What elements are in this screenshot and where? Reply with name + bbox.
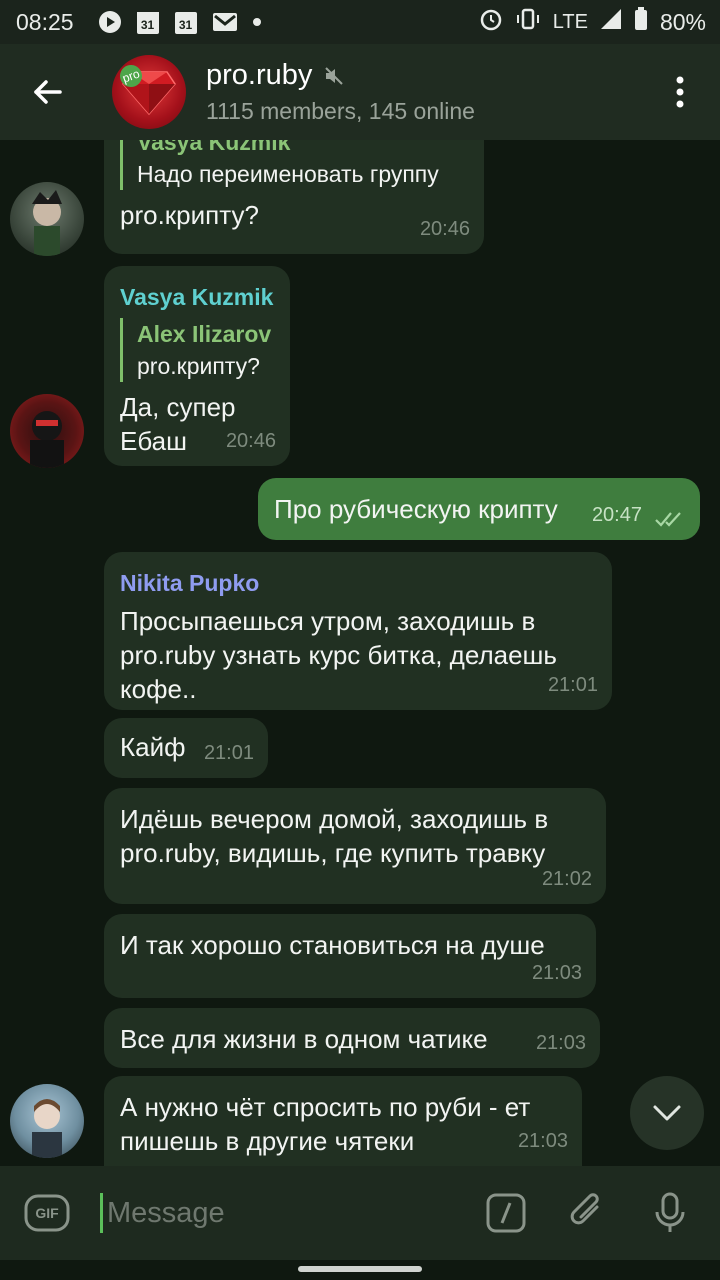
text-cursor <box>100 1193 103 1233</box>
message-text: И так хорошо становиться на душе <box>120 930 545 960</box>
reply-text: Надо переименовать группу <box>137 161 439 187</box>
message-bubble[interactable]: Nikita Pupko Просыпаешься утром, заходиш… <box>104 552 612 710</box>
message-bubble[interactable]: И так хорошо становиться на душе 21:03 <box>104 914 596 998</box>
message-time: 21:02 <box>541 868 592 890</box>
message-input[interactable]: Message <box>100 1193 454 1233</box>
message-bubble[interactable]: А нужно чёт спросить по руби - ет пишешь… <box>104 1076 582 1166</box>
reply-author: Vasya Kuzmik <box>137 140 291 155</box>
message-bubble[interactable]: Vasya Kuzmik Надо переименовать группу p… <box>104 140 484 254</box>
slash-command-icon <box>486 1193 526 1233</box>
gesture-handle[interactable] <box>298 1266 422 1272</box>
message-text: Идёшь вечером домой, заходишь в pro.ruby… <box>120 804 549 868</box>
message-bubble[interactable]: Все для жизни в одном чатике 21:03 <box>104 1008 600 1068</box>
user-avatar-image <box>32 1099 62 1158</box>
chat-subtitle: 1115 members, 145 online <box>206 98 475 124</box>
user-avatar-image <box>32 190 62 256</box>
battery-icon <box>634 7 648 37</box>
chat-info[interactable]: pro.ruby 1115 members, 145 online <box>206 59 475 125</box>
sender-name: Vasya Kuzmik <box>120 284 274 310</box>
battery-percent: 80% <box>659 8 706 35</box>
user-avatar-image <box>30 411 64 468</box>
notification-dot-icon <box>252 17 262 27</box>
user-avatar[interactable] <box>10 394 84 468</box>
reply-author: Alex Ilizarov <box>137 321 272 347</box>
calendar-day: 31 <box>140 18 155 32</box>
outgoing-message-bubble[interactable]: Про рубическую крипту 20:47 <box>258 478 700 540</box>
message-bubble[interactable]: Vasya Kuzmik Alex Ilizarov pro.крипту? Д… <box>104 266 290 466</box>
more-vertical-icon <box>676 76 684 108</box>
back-button[interactable] <box>0 44 96 140</box>
attach-button[interactable] <box>558 1183 618 1243</box>
chevron-down-icon <box>653 1105 681 1121</box>
voice-message-button[interactable] <box>640 1183 700 1243</box>
message-time: 21:03 <box>517 1130 568 1152</box>
chat-title-row: pro.ruby <box>206 59 475 92</box>
signal-icon <box>600 8 622 36</box>
message-placeholder: Message <box>107 1196 225 1229</box>
user-avatar[interactable] <box>10 182 84 256</box>
message-text: А нужно чёт спросить по руби - ет пишешь… <box>120 1092 531 1156</box>
message-bubble[interactable]: Кайф 21:01 <box>104 718 268 778</box>
message-time: 20:46 <box>225 430 276 452</box>
gif-label: GIF <box>35 1205 59 1221</box>
microphone-icon <box>655 1192 685 1232</box>
message-time: 20:47 <box>592 498 642 532</box>
muted-icon <box>325 66 344 85</box>
play-icon <box>98 10 122 34</box>
reply-preview[interactable]: Alex Ilizarov pro.крипту? <box>120 318 274 382</box>
message-text: Просыпаешься утром, заходишь в pro.ruby … <box>120 606 557 704</box>
calendar-icon: 31 <box>136 9 160 35</box>
message-time: 21:03 <box>531 962 582 984</box>
message-time-text: 20:47 <box>591 504 642 526</box>
group-avatar[interactable]: pro <box>112 55 186 129</box>
message-text: Все для жизни в одном чатике <box>120 1024 488 1054</box>
alarm-icon <box>479 7 503 37</box>
double-check-icon <box>655 512 681 527</box>
reply-preview[interactable]: Vasya Kuzmik Надо переименовать группу <box>120 140 468 190</box>
message-text-line: Да, супер <box>120 392 236 422</box>
vibrate-icon <box>515 7 541 37</box>
bot-commands-button[interactable] <box>476 1183 536 1243</box>
message-bubble[interactable]: Идёшь вечером домой, заходишь в pro.ruby… <box>104 788 606 904</box>
paperclip-icon <box>570 1193 599 1225</box>
reply-text: pro.крипту? <box>137 353 260 379</box>
more-options-button[interactable] <box>640 44 720 140</box>
message-time: 21:01 <box>203 742 254 764</box>
chat-title: pro.ruby <box>206 59 313 91</box>
message-list[interactable]: Vasya Kuzmik Надо переименовать группу p… <box>0 140 720 1166</box>
status-bar: 08:25 31 31 LTE 80% <box>0 0 720 44</box>
message-text: pro.крипту? <box>120 200 259 230</box>
chat-header: pro pro.ruby 1115 members, 145 online <box>0 44 720 140</box>
arrow-left-icon <box>34 80 62 104</box>
scroll-to-bottom-button[interactable] <box>630 1076 704 1150</box>
status-time: 08:25 <box>16 8 74 35</box>
calendar-day: 31 <box>178 18 193 32</box>
user-avatar[interactable] <box>10 1084 84 1158</box>
gif-button[interactable]: GIF <box>20 1183 74 1243</box>
message-time: 20:46 <box>419 218 470 240</box>
gmail-icon <box>212 12 238 32</box>
message-composer: GIF Message <box>0 1166 720 1260</box>
calendar-icon: 31 <box>174 9 198 35</box>
network-label: LTE <box>552 10 588 33</box>
message-time: 21:03 <box>535 1032 586 1054</box>
system-navigation-bar <box>0 1260 720 1280</box>
message-time: 21:01 <box>547 674 598 696</box>
sender-name: Nikita Pupko <box>120 570 260 596</box>
